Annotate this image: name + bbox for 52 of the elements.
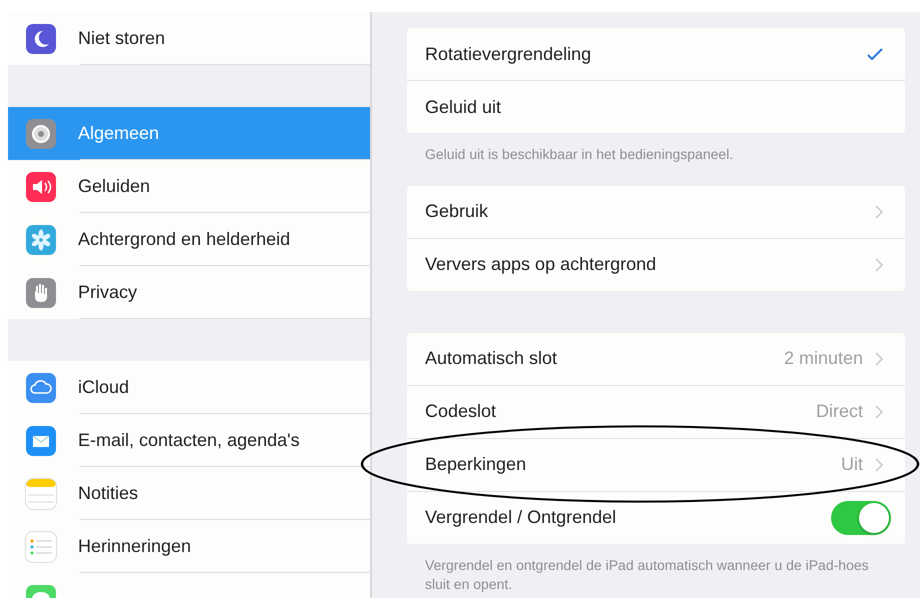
sidebar-item-label: Geluiden	[78, 176, 150, 197]
flower-icon	[26, 224, 56, 254]
sidebar-item[interactable]: iCloud	[8, 361, 370, 414]
sidebar-item[interactable]: Notities	[8, 467, 370, 520]
sidebar-item-label: Algemeen	[78, 123, 160, 144]
hand-icon	[26, 278, 56, 308]
row-value: 2 minuten	[784, 348, 863, 370]
chevron-icon	[875, 404, 883, 419]
sidebar-item-label: iCloud	[78, 377, 130, 398]
row-label: Vergrendel / Ontgrendel	[425, 507, 618, 528]
envelope-icon	[26, 426, 56, 456]
row-label: Ververs apps op achtergrond	[425, 254, 658, 276]
sidebar-item-label: Niet storen	[78, 28, 166, 49]
sidebar-item-label: E-mail, contacten, agenda's	[78, 430, 300, 451]
notepad-icon	[26, 478, 56, 508]
row-label: Gebruik	[425, 201, 490, 222]
settings-row[interactable]: Rotatievergrendeling	[407, 28, 905, 80]
row-label: Beperkingen	[425, 454, 528, 476]
chevron-icon	[875, 204, 883, 219]
settings-row[interactable]: Geluid uit	[407, 80, 905, 133]
sidebar-item-label: Achtergrond en helderheid	[78, 229, 290, 250]
toggle-switch[interactable]	[831, 500, 891, 535]
row-label: Rotatievergrendeling	[425, 44, 592, 64]
sidebar-item[interactable]: Privacy	[8, 266, 370, 319]
row-label: Codeslot	[425, 401, 498, 422]
settings-icon	[26, 118, 56, 148]
settings-row[interactable]: Gebruik	[407, 186, 905, 238]
moon-icon	[26, 24, 56, 54]
settings-row[interactable]: Vergrendel / Ontgrendel	[407, 490, 905, 544]
sidebar-item[interactable]: Geluiden	[8, 160, 370, 213]
sidebar-item[interactable]: Achtergrond en helderheid	[8, 213, 370, 266]
settings-row[interactable]: Ververs apps op achtergrond	[407, 238, 905, 291]
sidebar-item-label: Herinneringen	[78, 536, 192, 557]
settings-row[interactable]: Codeslot Direct	[407, 384, 905, 438]
row-value: Direct	[816, 401, 863, 422]
section-footnote: Geluid uit is beschikbaar in het bedieningspaneel.	[424, 145, 734, 164]
chevron-icon	[875, 458, 883, 472]
row-value: Uit	[841, 454, 863, 476]
cloud-icon	[26, 372, 56, 402]
chevron-icon	[875, 352, 883, 366]
sidebar-item[interactable]: Herinneringen	[8, 520, 370, 573]
chevron-icon	[875, 258, 883, 272]
speaker-icon	[26, 172, 56, 202]
sidebar-item-label: Privacy	[78, 282, 138, 303]
section-footnote: Vergrendel en ontgrendel de iPad automatisch wanneer u de iPad-hoes sluit en opent.	[424, 556, 870, 594]
sidebar-item-label: Notities	[78, 483, 138, 504]
row-label: Geluid uit	[425, 96, 502, 118]
sidebar-item[interactable]: E-mail, contacten, agenda's	[8, 414, 370, 467]
list-icon	[26, 532, 56, 562]
row-label: Automatisch slot	[425, 348, 558, 370]
sidebar-item[interactable]: Niet storen	[8, 12, 370, 65]
settings-row[interactable]: Automatisch slot 2 minuten	[407, 332, 905, 385]
